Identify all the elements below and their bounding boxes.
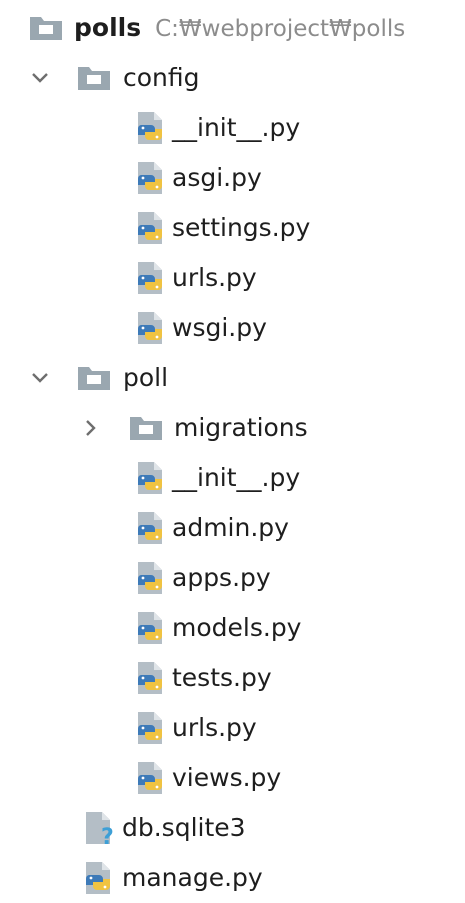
python-file-icon: [132, 760, 168, 796]
project-root-label: polls C:₩webproject₩polls: [74, 3, 405, 54]
unknown-file-icon: [80, 810, 116, 846]
tree-row-folder-config[interactable]: config: [0, 53, 465, 103]
file-label: apps.py: [172, 563, 271, 592]
python-file-icon: [132, 610, 168, 646]
python-file-icon: [132, 110, 168, 146]
project-tree: polls C:₩webproject₩polls config __init__…: [0, 0, 465, 894]
python-file-icon: [132, 460, 168, 496]
file-label: __init__.py: [172, 463, 301, 492]
project-path: C:₩webproject₩polls: [155, 15, 406, 42]
tree-row-file[interactable]: manage.py: [0, 853, 465, 903]
tree-row-file[interactable]: apps.py: [0, 553, 465, 603]
tree-row-project-root[interactable]: polls C:₩webproject₩polls: [0, 3, 465, 53]
python-file-icon: [132, 560, 168, 596]
chevron-right-icon[interactable]: [80, 418, 100, 438]
folder-label: config: [123, 63, 200, 92]
tree-row-file[interactable]: models.py: [0, 603, 465, 653]
python-file-icon: [132, 710, 168, 746]
tree-row-file[interactable]: admin.py: [0, 503, 465, 553]
folder-icon: [76, 360, 112, 396]
folder-icon: [128, 410, 164, 446]
tree-row-file[interactable]: views.py: [0, 753, 465, 803]
python-file-icon: [132, 310, 168, 346]
file-label: tests.py: [172, 663, 272, 692]
file-label: __init__.py: [172, 113, 301, 142]
file-label: wsgi.py: [172, 313, 267, 342]
file-label: views.py: [172, 763, 282, 792]
file-label: manage.py: [122, 863, 263, 892]
file-label: models.py: [172, 613, 302, 642]
tree-row-file[interactable]: urls.py: [0, 253, 465, 303]
tree-row-file[interactable]: settings.py: [0, 203, 465, 253]
folder-label: poll: [123, 363, 169, 392]
tree-row-file[interactable]: wsgi.py: [0, 303, 465, 353]
python-file-icon: [132, 510, 168, 546]
folder-icon: [28, 10, 64, 46]
tree-row-file[interactable]: __init__.py: [0, 103, 465, 153]
tree-row-file[interactable]: asgi.py: [0, 153, 465, 203]
project-name: polls: [74, 12, 142, 42]
tree-row-folder-poll[interactable]: poll: [0, 353, 465, 403]
file-label: db.sqlite3: [122, 813, 246, 842]
python-file-icon: [132, 660, 168, 696]
tree-row-folder-migrations[interactable]: migrations: [0, 403, 465, 453]
tree-row-file[interactable]: db.sqlite3: [0, 803, 465, 853]
python-file-icon: [80, 860, 116, 896]
tree-row-file[interactable]: tests.py: [0, 653, 465, 703]
python-file-icon: [132, 260, 168, 296]
tree-row-file[interactable]: __init__.py: [0, 453, 465, 503]
python-file-icon: [132, 210, 168, 246]
file-label: urls.py: [172, 263, 257, 292]
file-label: asgi.py: [172, 163, 262, 192]
python-file-icon: [132, 160, 168, 196]
chevron-down-icon[interactable]: [30, 368, 50, 388]
tree-row-file[interactable]: urls.py: [0, 703, 465, 753]
folder-label: migrations: [174, 413, 308, 442]
file-label: admin.py: [172, 513, 289, 542]
file-label: settings.py: [172, 213, 311, 242]
file-label: urls.py: [172, 713, 257, 742]
chevron-down-icon[interactable]: [30, 68, 50, 88]
folder-icon: [76, 60, 112, 96]
